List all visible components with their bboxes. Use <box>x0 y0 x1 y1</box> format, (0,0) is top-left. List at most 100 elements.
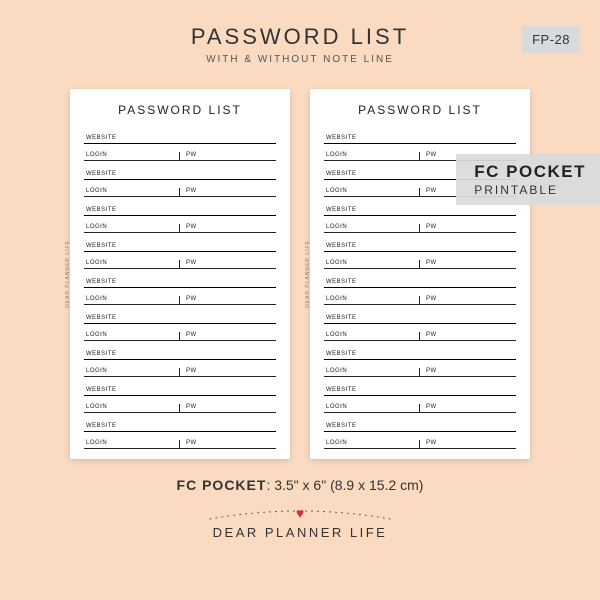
website-label: WEBSITE <box>324 315 357 323</box>
entry: WEBSITELOGINPW <box>324 271 516 305</box>
login-label: LOGIN <box>324 440 420 448</box>
website-row: WEBSITE <box>324 235 516 252</box>
card-left-entries: WEBSITELOGINPWWEBSITELOGINPWWEBSITELOGIN… <box>84 127 276 449</box>
overlay-format-name: FC POCKET <box>474 162 586 182</box>
website-row: WEBSITE <box>324 307 516 324</box>
login-label: LOGIN <box>324 332 420 340</box>
website-row: WEBSITE <box>324 343 516 360</box>
format-overlay-badge: FC POCKET PRINTABLE <box>456 154 600 205</box>
login-label: LOGIN <box>84 368 180 376</box>
website-label: WEBSITE <box>324 171 357 179</box>
website-row: WEBSITE <box>324 271 516 288</box>
sku-badge: FP-28 <box>522 26 580 53</box>
login-label: LOGIN <box>324 296 420 304</box>
website-label: WEBSITE <box>84 171 117 179</box>
pw-label: PW <box>420 224 516 232</box>
login-label: LOGIN <box>84 332 180 340</box>
login-label: LOGIN <box>324 152 420 160</box>
pw-label: PW <box>180 260 276 268</box>
login-pw-row: LOGINPW <box>84 252 276 269</box>
login-pw-row: LOGINPW <box>324 432 516 449</box>
login-pw-row: LOGINPW <box>84 180 276 197</box>
pw-label: PW <box>420 260 516 268</box>
login-pw-row: LOGINPW <box>84 144 276 161</box>
pw-label: PW <box>180 440 276 448</box>
entry: WEBSITELOGINPW <box>84 271 276 305</box>
heart-icon: ♥ <box>296 505 304 521</box>
entry: WEBSITELOGINPW <box>84 343 276 377</box>
login-pw-row: LOGINPW <box>84 432 276 449</box>
login-label: LOGIN <box>324 368 420 376</box>
pw-label: PW <box>420 404 516 412</box>
website-label: WEBSITE <box>84 387 117 395</box>
login-label: LOGIN <box>324 224 420 232</box>
login-label: LOGIN <box>84 260 180 268</box>
login-pw-row: LOGINPW <box>324 324 516 341</box>
website-label: WEBSITE <box>324 243 357 251</box>
website-label: WEBSITE <box>324 351 357 359</box>
entry: WEBSITELOGINPW <box>324 235 516 269</box>
pw-label: PW <box>180 152 276 160</box>
website-label: WEBSITE <box>324 387 357 395</box>
login-label: LOGIN <box>84 224 180 232</box>
website-label: WEBSITE <box>84 423 117 431</box>
card-right: DEAR PLANNER LIFE PASSWORD LIST WEBSITEL… <box>310 89 530 459</box>
pw-label: PW <box>420 368 516 376</box>
login-pw-row: LOGINPW <box>84 216 276 233</box>
brand-block: ♥ DEAR PLANNER LIFE <box>0 507 600 540</box>
entry: WEBSITE LOGINPW <box>324 343 516 377</box>
entry: WEBSITELOGINPW <box>84 379 276 413</box>
website-label: WEBSITE <box>84 135 117 143</box>
login-pw-row: LOGINPW <box>84 360 276 377</box>
size-line: FC POCKET: 3.5" x 6" (8.9 x 15.2 cm) <box>0 477 600 493</box>
login-pw-row: LOGINPW <box>84 396 276 413</box>
website-label: WEBSITE <box>84 243 117 251</box>
pw-label: PW <box>180 368 276 376</box>
website-label: WEBSITE <box>84 351 117 359</box>
entry: WEBSITELOGINPW <box>84 307 276 341</box>
login-pw-row: LOGINPW <box>324 288 516 305</box>
brand-name: DEAR PLANNER LIFE <box>213 525 388 540</box>
login-label: LOGIN <box>324 260 420 268</box>
entry: WEBSITELOGINPW <box>84 163 276 197</box>
website-label: WEBSITE <box>324 135 357 143</box>
card-title: PASSWORD LIST <box>84 103 276 117</box>
login-pw-row: LOGINPW <box>324 396 516 413</box>
website-row: WEBSITE <box>84 415 276 432</box>
website-row: WEBSITE <box>84 127 276 144</box>
login-label: LOGIN <box>324 404 420 412</box>
website-label: WEBSITE <box>84 279 117 287</box>
website-label: WEBSITE <box>84 207 117 215</box>
entry: WEBSITELOGINPW <box>84 415 276 449</box>
login-pw-row: LOGINPW <box>324 252 516 269</box>
pw-label: PW <box>420 332 516 340</box>
side-brand-label: DEAR PLANNER LIFE <box>305 240 311 308</box>
login-pw-row: LOGINPW <box>84 288 276 305</box>
website-row: WEBSITE <box>324 127 516 144</box>
page-title: PASSWORD LIST <box>0 24 600 50</box>
pw-label: PW <box>180 224 276 232</box>
website-row: WEBSITE <box>84 379 276 396</box>
overlay-format-sub: PRINTABLE <box>474 183 586 197</box>
card-left: DEAR PLANNER LIFE PASSWORD LIST WEBSITEL… <box>70 89 290 459</box>
website-label: WEBSITE <box>84 315 117 323</box>
side-brand-label: DEAR PLANNER LIFE <box>65 240 71 308</box>
website-row: WEBSITE <box>324 415 516 432</box>
entry: WEBSITELOGINPW <box>324 307 516 341</box>
footer: FC POCKET: 3.5" x 6" (8.9 x 15.2 cm) ♥ D… <box>0 477 600 540</box>
entry: WEBSITELOGINPW <box>324 415 516 449</box>
login-pw-row: LOGINPW <box>324 216 516 233</box>
header: PASSWORD LIST WITH & WITHOUT NOTE LINE <box>0 0 600 65</box>
entry: WEBSITELOGINPW <box>84 235 276 269</box>
pw-label: PW <box>180 296 276 304</box>
page-subtitle: WITH & WITHOUT NOTE LINE <box>0 54 600 65</box>
pw-label: PW <box>420 440 516 448</box>
login-label: LOGIN <box>84 404 180 412</box>
card-title: PASSWORD LIST <box>324 103 516 117</box>
pw-label: PW <box>180 404 276 412</box>
login-pw-row: LOGINPW <box>84 324 276 341</box>
login-label: LOGIN <box>84 188 180 196</box>
website-row: WEBSITE <box>84 235 276 252</box>
website-row: WEBSITE <box>84 307 276 324</box>
size-value: : 3.5" x 6" (8.9 x 15.2 cm) <box>266 477 423 493</box>
